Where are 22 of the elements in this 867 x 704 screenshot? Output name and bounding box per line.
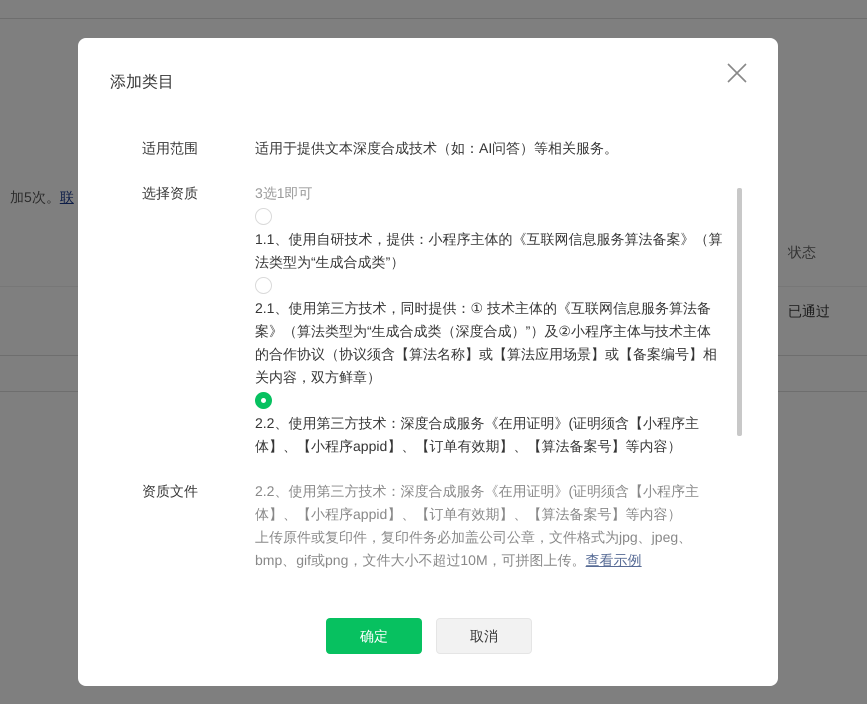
option-label[interactable]: 2.2、使用第三方技术：深度合成服务《在用证明》(证明须含【小程序主体】、【小程序appid】、【订单有效期】、【算法备案号】等内容） (255, 412, 723, 458)
dialog-title: 添加类目 (110, 72, 174, 93)
column-header: 状态 (788, 244, 816, 260)
field-value: 2.2、使用第三方技术：深度合成服务《在用证明》(证明须含【小程序主体】、【小程序appid】、【订单有效期】、【算法备案号】等内容） (255, 482, 700, 524)
field-label: 资质文件 (142, 483, 198, 499)
upload-note: 上传原件或复印件，复印件务必加盖公司公章，文件格式为jpg、jpeg、bmp、gif或png，文件大小不超过10M，可拼图上传。查看示例 (255, 528, 694, 570)
radio-button[interactable] (255, 277, 272, 294)
field-label: 选择资质 (142, 185, 198, 201)
example-link[interactable]: 查看示例 (586, 552, 642, 568)
close-icon[interactable] (726, 62, 748, 84)
scrollbar[interactable] (737, 188, 742, 436)
field-value: 适用于提供文本深度合成技术（如：AI问答）等相关服务。 (255, 139, 620, 158)
option-label[interactable]: 2.1、使用第三方技术，同时提供：① 技术主体的《互联网信息服务算法备案》（算法类型为“生成合成类（深度合成）”）及②小程序主体与技术主体的合作协议（协议须含【算法名称】或【算法应用场景】或【备案编号】相关内容，双方鲜章） (255, 297, 723, 389)
field-label: 适用范围 (142, 140, 198, 156)
notice-text: 加5次。 (10, 189, 60, 205)
radio-button[interactable] (255, 392, 272, 409)
option-label[interactable]: 1.1、使用自研技术，提供：小程序主体的《互联网信息服务算法备案》（算法类型为“生成合成类”） (255, 228, 723, 274)
status-text: 已通过 (788, 303, 830, 319)
hint-text: 3选1即可 (255, 184, 314, 203)
radio-button[interactable] (255, 208, 272, 225)
contact-link[interactable]: 联 (60, 189, 74, 205)
cancel-button[interactable]: 取消 (436, 618, 532, 654)
